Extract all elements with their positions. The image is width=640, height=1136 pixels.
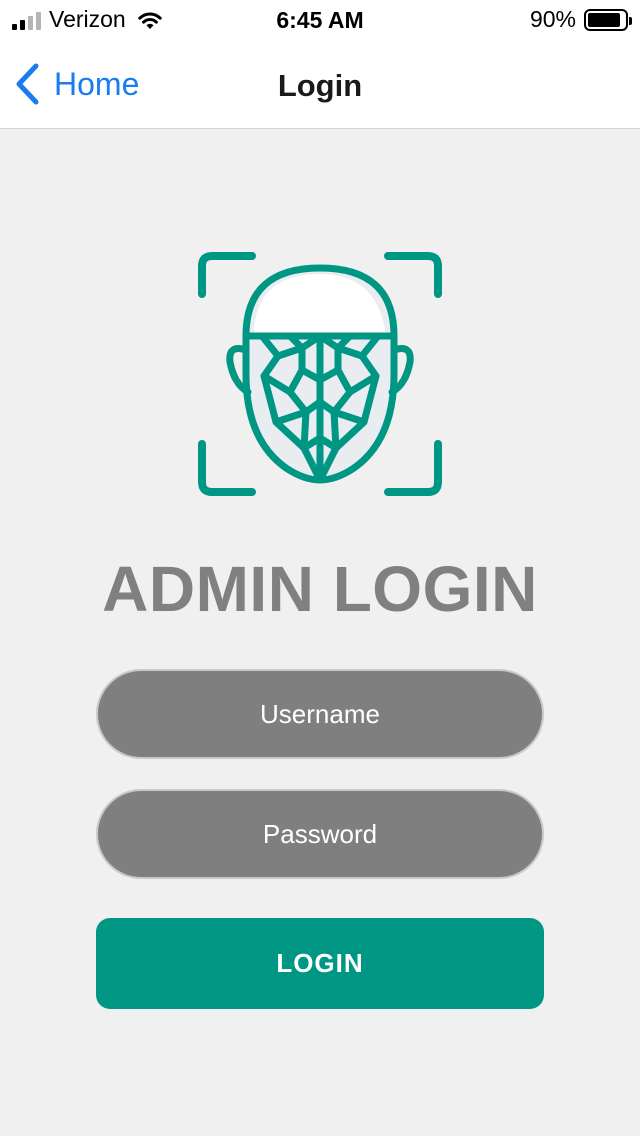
username-input[interactable] — [96, 669, 544, 759]
status-right: 90% — [529, 6, 632, 33]
admin-login-heading: ADMIN LOGIN — [102, 553, 538, 625]
status-bar: Verizon 6:45 AM 90% — [0, 0, 640, 42]
password-input[interactable] — [96, 789, 544, 879]
battery-icon — [584, 8, 632, 31]
battery-percent: 90% — [529, 6, 576, 32]
face-scan-icon — [198, 252, 442, 496]
login-button[interactable]: LOGIN — [96, 918, 544, 1009]
page-title: Login — [277, 68, 363, 103]
navigation-bar: Home Login — [0, 42, 640, 129]
login-screen: Verizon 6:45 AM 90% Home Login ADMIN LOG… — [0, 0, 640, 1136]
battery-level — [588, 12, 621, 27]
battery-cap — [629, 16, 632, 25]
